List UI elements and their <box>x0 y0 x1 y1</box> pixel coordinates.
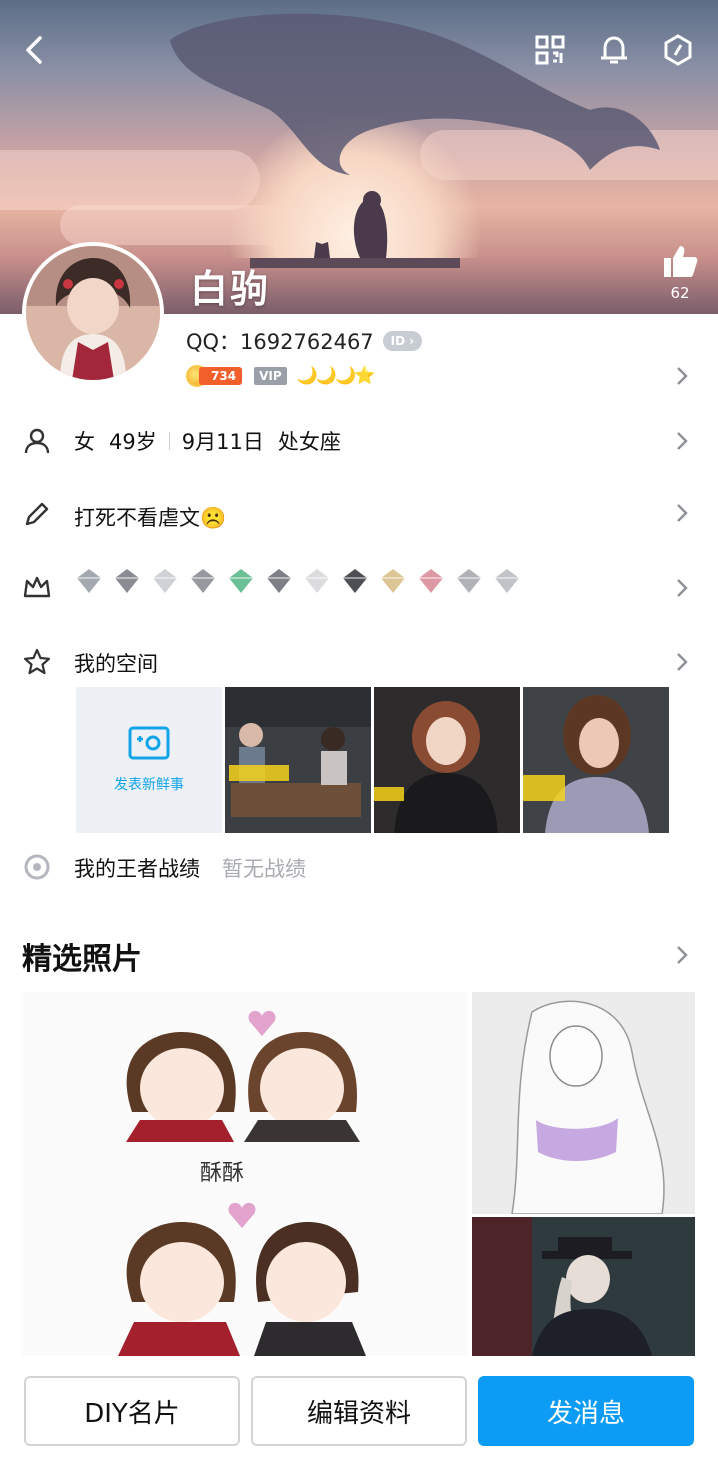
qq-number: QQ：1692762467 ID › <box>186 326 423 356</box>
honor-badge-icon <box>267 569 291 593</box>
gender: 女 <box>74 430 95 454</box>
zodiac: 处女座 <box>277 430 341 454</box>
hexagon-settings-icon[interactable] <box>658 30 698 70</box>
basic-info-row[interactable]: 女 49岁 9月11日 处女座 <box>74 426 341 456</box>
featured-photos-title: 精选照片 <box>22 942 142 977</box>
person-icon <box>24 428 50 454</box>
chevron-right-icon[interactable] <box>672 366 692 386</box>
thumbs-up-icon <box>664 246 698 277</box>
chevron-right-icon[interactable] <box>672 431 692 451</box>
signature[interactable]: 打死不看虐文☹️ <box>74 502 226 532</box>
bell-icon[interactable] <box>594 30 634 70</box>
my-space-title[interactable]: 我的空间 <box>74 648 158 678</box>
sticker-caption: 酥酥 <box>200 1161 244 1186</box>
space-photo[interactable] <box>523 687 669 833</box>
featured-photo[interactable] <box>472 992 695 1214</box>
game-record-icon <box>24 854 50 880</box>
qr-code-icon[interactable] <box>530 30 570 70</box>
like-button[interactable]: 62 <box>656 244 704 302</box>
featured-photo[interactable] <box>472 1217 695 1356</box>
space-photo[interactable] <box>225 687 371 833</box>
kog-record-row[interactable]: 我的王者战绩 暂无战绩 <box>74 853 306 883</box>
level-badge: 734 <box>199 367 243 385</box>
birthday: 9月11日 <box>181 430 264 454</box>
honor-badge-icon <box>457 569 481 593</box>
honor-badge-icon <box>229 569 253 593</box>
space-photo[interactable] <box>374 687 520 833</box>
moon-star-icons: 🌙🌙🌙⭐ <box>296 366 376 386</box>
vip-badge: VIP <box>254 367 287 385</box>
camera-post-icon <box>128 726 170 760</box>
avatar[interactable] <box>22 242 164 384</box>
kog-status: 暂无战绩 <box>222 857 306 881</box>
level-badges[interactable]: 734 VIP 🌙🌙🌙⭐ <box>186 364 376 388</box>
girl-on-dock-illustration <box>250 191 460 268</box>
featured-photo-main[interactable]: 酥酥 <box>22 992 468 1356</box>
pencil-icon <box>25 502 49 526</box>
chevron-right-icon[interactable] <box>672 503 692 523</box>
star-icon <box>23 648 51 675</box>
whale-illustration <box>170 13 660 176</box>
honor-badge-icon <box>153 569 177 593</box>
kog-title: 我的王者战绩 <box>74 857 200 881</box>
back-icon[interactable] <box>14 30 54 70</box>
chevron-right-icon[interactable] <box>672 945 692 965</box>
post-new-button[interactable]: 发表新鲜事 <box>76 687 222 833</box>
qq-number-text: QQ：1692762467 <box>186 330 374 354</box>
post-new-label: 发表新鲜事 <box>114 777 184 793</box>
edit-profile-button[interactable]: 编辑资料 <box>251 1376 467 1446</box>
divider <box>168 432 170 450</box>
honor-badge-icon <box>191 569 215 593</box>
diy-card-button[interactable]: DIY名片 <box>24 1376 240 1446</box>
bottom-action-bar: DIY名片 编辑资料 发消息 <box>0 1356 718 1464</box>
age: 49岁 <box>109 430 157 454</box>
chevron-right-icon[interactable] <box>672 652 692 672</box>
honor-badge-icon <box>77 569 101 593</box>
honor-badge-icon <box>381 569 405 593</box>
send-message-button[interactable]: 发消息 <box>478 1376 694 1446</box>
chevron-right-icon[interactable] <box>672 578 692 598</box>
nickname: 白驹 <box>190 267 271 311</box>
id-badge[interactable]: ID › <box>382 331 423 351</box>
honor-badge-icon <box>419 569 443 593</box>
honor-badge-icon <box>495 569 519 593</box>
space-grid: 发表新鲜事 <box>76 687 669 833</box>
honor-badge-icon <box>115 569 139 593</box>
honor-icons[interactable] <box>74 566 530 596</box>
id-badge-label: ID <box>390 334 406 348</box>
like-count: 62 <box>670 284 690 302</box>
honor-badge-icon <box>343 569 367 593</box>
honor-badge-icon <box>305 569 329 593</box>
crown-icon <box>23 576 51 598</box>
